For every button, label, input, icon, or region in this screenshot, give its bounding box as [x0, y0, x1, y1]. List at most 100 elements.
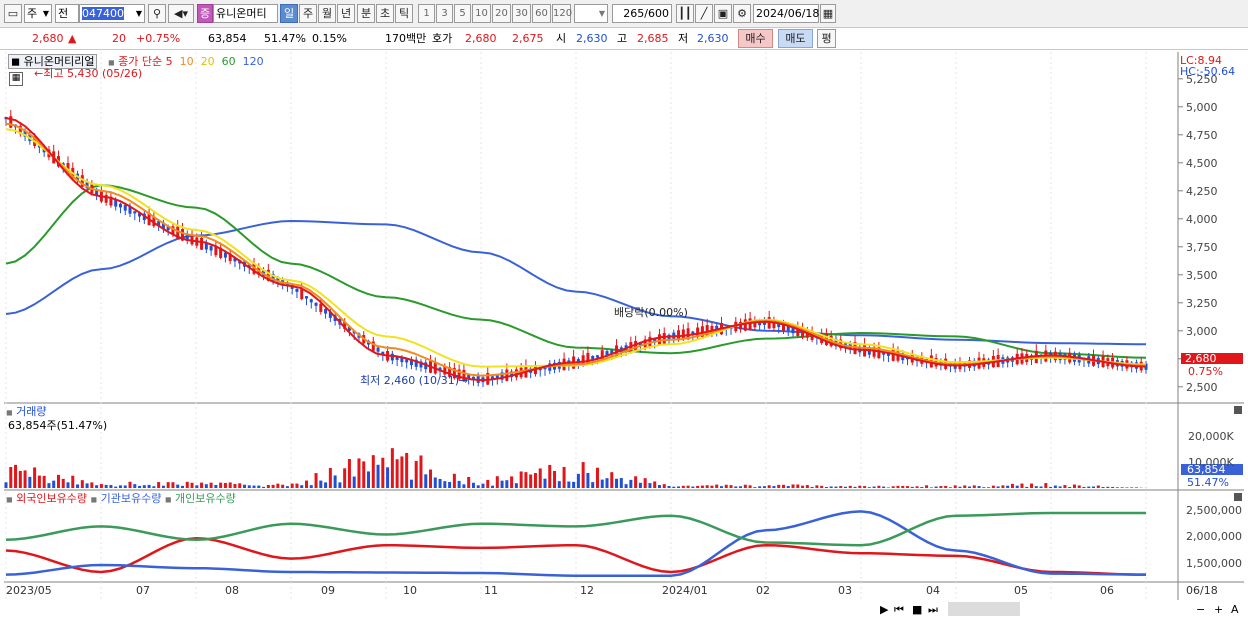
volume-bar [128, 481, 132, 488]
volume-bar [276, 483, 280, 488]
volume-bar [99, 484, 103, 488]
volume-bar [863, 486, 867, 488]
volume-value-label: 63,854주(51.47%) [8, 419, 107, 432]
volume-bar [1092, 486, 1096, 488]
volume-bar [634, 476, 638, 488]
volume-bar [290, 483, 294, 488]
volume-bar [1058, 486, 1062, 488]
volume-bar [657, 485, 661, 488]
volume-bar [1053, 485, 1057, 488]
volume-bar [767, 485, 771, 488]
volume-bar [1030, 483, 1034, 488]
x-right-label-text: 06/18 [1186, 584, 1218, 597]
zoom-out-icon[interactable]: + [1214, 603, 1223, 616]
candle-body [634, 340, 638, 352]
holding-legend[interactable]: ◼ 외국인보유수량 ◼ 기관보유수량 ◼ 개인보유수량 [6, 492, 236, 506]
volume-bar [419, 455, 423, 488]
scrollbar-thumb[interactable] [948, 602, 1020, 616]
scroll-stop-icon[interactable]: ■ [912, 603, 922, 616]
volume-bar [471, 482, 475, 488]
volume-bar [352, 476, 356, 488]
price-tick-label: 3,750 [1186, 241, 1218, 254]
volume-bar [867, 487, 871, 488]
volume-bar [944, 485, 948, 488]
volume-bar [715, 484, 719, 488]
volume-bar [414, 460, 418, 488]
candle-body [376, 347, 380, 352]
volume-bar [543, 478, 547, 488]
holding-panel-close-icon[interactable] [1234, 493, 1242, 501]
x-label-text: 07 [136, 584, 150, 597]
scroll-next-icon[interactable]: ⏭ [928, 603, 938, 616]
volume-bar [238, 483, 242, 488]
volume-bar [161, 485, 165, 488]
zoom-in-icon[interactable]: − [1196, 603, 1205, 616]
volume-bar [281, 484, 285, 488]
calculator-icon[interactable]: ▦ [9, 72, 23, 86]
volume-tick-text: 20,000K [1188, 430, 1234, 443]
volume-panel-title[interactable]: ◼ 거래량 [6, 405, 47, 419]
volume-bar [1115, 487, 1119, 488]
x-label-text: 11 [484, 584, 498, 597]
last-price-label: 2,680 [1185, 352, 1217, 365]
volume-bar [247, 485, 251, 488]
last-volume-pct-value: 51.47% [1187, 476, 1229, 489]
volume-bar [42, 475, 46, 488]
volume-bar [939, 486, 943, 488]
volume-bar [557, 481, 561, 488]
volume-bar [219, 482, 223, 488]
volume-bar [758, 486, 762, 488]
x-label: 05 [1014, 584, 1028, 597]
volume-bar [739, 486, 743, 488]
volume-bar [677, 486, 681, 488]
volume-bar [362, 461, 366, 488]
volume-bar [1072, 484, 1076, 488]
volume-bar [667, 485, 671, 488]
volume-bar [901, 485, 905, 488]
volume-bar [61, 478, 65, 488]
holding-tick-1: 2,500,000 [1186, 504, 1242, 517]
volume-bar [1134, 487, 1138, 488]
volume-bar [910, 486, 914, 488]
volume-bar [367, 471, 371, 488]
price-tick-label: 5,000 [1186, 101, 1218, 114]
volume-bar [171, 482, 175, 488]
volume-bar [829, 486, 833, 488]
volume-bar [262, 486, 266, 488]
dot-icon: ◼ [108, 58, 115, 67]
auto-scale-icon[interactable]: A [1231, 603, 1239, 616]
scroll-right-icon[interactable]: ▶ [880, 603, 888, 616]
volume-bar [920, 487, 924, 488]
volume-panel-close-icon[interactable] [1234, 406, 1242, 414]
volume-bar [9, 467, 13, 488]
candle-body [123, 205, 127, 211]
volume-bar [190, 482, 194, 488]
volume-bar [343, 468, 347, 488]
volume-bar [872, 486, 876, 488]
volume-bar [529, 474, 533, 488]
volume-bar [877, 485, 881, 488]
volume-bar [233, 484, 237, 488]
volume-bar [948, 487, 952, 488]
volume-bar [786, 486, 790, 488]
volume-bar [696, 485, 700, 488]
volume-bar [1044, 483, 1048, 488]
volume-bar [796, 484, 800, 488]
volume-bar [123, 485, 127, 488]
x-label: 04 [926, 584, 940, 597]
volume-bar [1077, 485, 1081, 488]
volume-bar [815, 485, 819, 488]
volume-bar [228, 482, 232, 488]
volume-bar [600, 479, 604, 488]
volume-bar [891, 486, 895, 488]
volume-bar [748, 485, 752, 488]
x-label: 08 [225, 584, 239, 597]
ma10-legend: 10 [179, 55, 194, 68]
volume-bar [1025, 486, 1029, 488]
x-label-text: 05 [1014, 584, 1028, 597]
x-label: 2024/01 [662, 584, 708, 597]
scroll-prev-icon[interactable]: ⏮ [894, 603, 904, 616]
volume-bar [896, 485, 900, 488]
volume-bar [810, 486, 814, 488]
volume-bar [1106, 486, 1110, 488]
